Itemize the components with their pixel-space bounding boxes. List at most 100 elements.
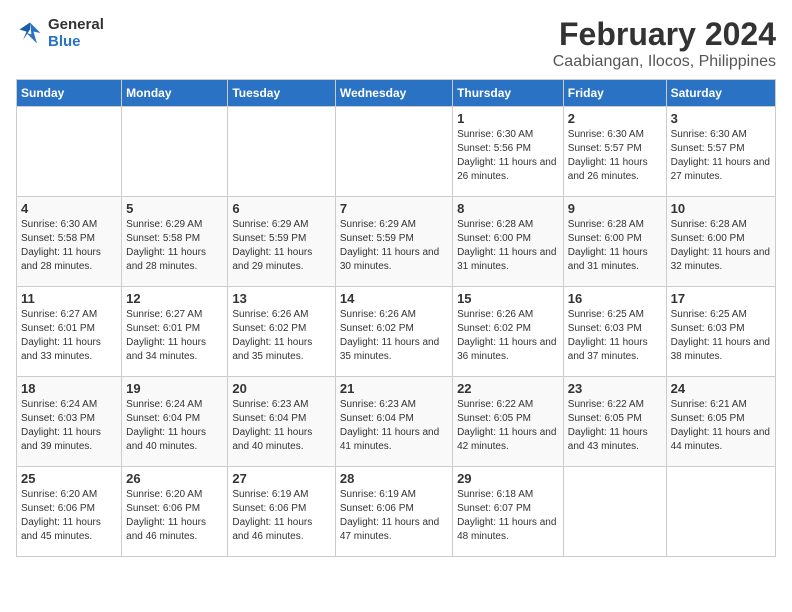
- day-number: 10: [671, 201, 771, 216]
- day-number: 27: [232, 471, 330, 486]
- header-wednesday: Wednesday: [335, 80, 452, 107]
- day-number: 9: [568, 201, 662, 216]
- calendar-cell: 14 Sunrise: 6:26 AM Sunset: 6:02 PM Dayli…: [335, 287, 452, 377]
- calendar-cell: 22 Sunrise: 6:22 AM Sunset: 6:05 PM Dayli…: [453, 377, 564, 467]
- day-number: 23: [568, 381, 662, 396]
- day-info: Sunrise: 6:24 AM Sunset: 6:04 PM Dayligh…: [126, 398, 223, 454]
- header-tuesday: Tuesday: [228, 80, 335, 107]
- day-info: Sunrise: 6:20 AM Sunset: 6:06 PM Dayligh…: [126, 488, 223, 544]
- calendar-cell: 1Sunrise: 6:30 AM Sunset: 5:56 PM Daylig…: [453, 107, 564, 197]
- calendar-cell: [122, 107, 228, 197]
- day-info: Sunrise: 6:19 AM Sunset: 6:06 PM Dayligh…: [232, 488, 330, 544]
- day-info: Sunrise: 6:27 AM Sunset: 6:01 PM Dayligh…: [21, 308, 117, 364]
- day-number: 20: [232, 381, 330, 396]
- logo-icon: [16, 19, 44, 47]
- calendar-week-row: 25 Sunrise: 6:20 AM Sunset: 6:06 PM Dayli…: [17, 467, 776, 557]
- calendar-cell: 3 Sunrise: 6:30 AM Sunset: 5:57 PM Daylig…: [666, 107, 775, 197]
- day-number: 12: [126, 291, 223, 306]
- calendar-cell: 28 Sunrise: 6:19 AM Sunset: 6:06 PM Dayli…: [335, 467, 452, 557]
- calendar-cell: [666, 467, 775, 557]
- calendar-week-row: 11 Sunrise: 6:27 AM Sunset: 6:01 PM Dayli…: [17, 287, 776, 377]
- day-number: 3: [671, 111, 771, 126]
- day-info: Sunrise: 6:19 AM Sunset: 6:06 PM Dayligh…: [340, 488, 448, 544]
- calendar-cell: 2 Sunrise: 6:30 AM Sunset: 5:57 PM Daylig…: [563, 107, 666, 197]
- calendar-cell: [228, 107, 335, 197]
- day-info: Sunrise: 6:21 AM Sunset: 6:05 PM Dayligh…: [671, 398, 771, 454]
- day-info: Sunrise: 6:28 AM Sunset: 6:00 PM Dayligh…: [568, 218, 662, 274]
- calendar-cell: [17, 107, 122, 197]
- calendar-cell: 6Sunrise: 6:29 AM Sunset: 5:59 PM Daylig…: [228, 197, 335, 287]
- day-info: Sunrise: 6:26 AM Sunset: 6:02 PM Dayligh…: [340, 308, 448, 364]
- day-number: 17: [671, 291, 771, 306]
- calendar-table: SundayMondayTuesdayWednesdayThursdayFrid…: [16, 79, 776, 557]
- day-number: 13: [232, 291, 330, 306]
- page-subtitle: Caabiangan, Ilocos, Philippines: [553, 53, 776, 71]
- calendar-cell: 24 Sunrise: 6:21 AM Sunset: 6:05 PM Dayli…: [666, 377, 775, 467]
- day-info: Sunrise: 6:23 AM Sunset: 6:04 PM Dayligh…: [232, 398, 330, 454]
- day-info: Sunrise: 6:22 AM Sunset: 6:05 PM Dayligh…: [457, 398, 559, 454]
- day-info: Sunrise: 6:30 AM Sunset: 5:57 PM Dayligh…: [568, 128, 662, 184]
- calendar-cell: 29 Sunrise: 6:18 AM Sunset: 6:07 PM Dayli…: [453, 467, 564, 557]
- header-sunday: Sunday: [17, 80, 122, 107]
- day-info: Sunrise: 6:29 AM Sunset: 5:59 PM Dayligh…: [232, 218, 330, 274]
- calendar-cell: 12 Sunrise: 6:27 AM Sunset: 6:01 PM Dayli…: [122, 287, 228, 377]
- day-info: Sunrise: 6:25 AM Sunset: 6:03 PM Dayligh…: [671, 308, 771, 364]
- day-info: Sunrise: 6:28 AM Sunset: 6:00 PM Dayligh…: [671, 218, 771, 274]
- day-number: 25: [21, 471, 117, 486]
- day-number: 2: [568, 111, 662, 126]
- header-monday: Monday: [122, 80, 228, 107]
- day-number: 22: [457, 381, 559, 396]
- day-info: Sunrise: 6:18 AM Sunset: 6:07 PM Dayligh…: [457, 488, 559, 544]
- day-info: Sunrise: 6:26 AM Sunset: 6:02 PM Dayligh…: [457, 308, 559, 364]
- calendar-cell: 4Sunrise: 6:30 AM Sunset: 5:58 PM Daylig…: [17, 197, 122, 287]
- day-info: Sunrise: 6:29 AM Sunset: 5:58 PM Dayligh…: [126, 218, 223, 274]
- day-info: Sunrise: 6:22 AM Sunset: 6:05 PM Dayligh…: [568, 398, 662, 454]
- day-info: Sunrise: 6:27 AM Sunset: 6:01 PM Dayligh…: [126, 308, 223, 364]
- day-number: 18: [21, 381, 117, 396]
- calendar-cell: 8 Sunrise: 6:28 AM Sunset: 6:00 PM Daylig…: [453, 197, 564, 287]
- calendar-cell: 18 Sunrise: 6:24 AM Sunset: 6:03 PM Dayli…: [17, 377, 122, 467]
- calendar-cell: 9 Sunrise: 6:28 AM Sunset: 6:00 PM Daylig…: [563, 197, 666, 287]
- calendar-cell: 20 Sunrise: 6:23 AM Sunset: 6:04 PM Dayli…: [228, 377, 335, 467]
- calendar-cell: 15 Sunrise: 6:26 AM Sunset: 6:02 PM Dayli…: [453, 287, 564, 377]
- title-area: February 2024 Caabiangan, Ilocos, Philip…: [553, 16, 776, 71]
- day-number: 5: [126, 201, 223, 216]
- day-info: Sunrise: 6:23 AM Sunset: 6:04 PM Dayligh…: [340, 398, 448, 454]
- day-number: 28: [340, 471, 448, 486]
- calendar-cell: 11 Sunrise: 6:27 AM Sunset: 6:01 PM Dayli…: [17, 287, 122, 377]
- day-number: 8: [457, 201, 559, 216]
- calendar-cell: [563, 467, 666, 557]
- header-saturday: Saturday: [666, 80, 775, 107]
- day-info: Sunrise: 6:30 AM Sunset: 5:58 PM Dayligh…: [21, 218, 117, 274]
- day-number: 24: [671, 381, 771, 396]
- calendar-cell: 17 Sunrise: 6:25 AM Sunset: 6:03 PM Dayli…: [666, 287, 775, 377]
- calendar-cell: 25 Sunrise: 6:20 AM Sunset: 6:06 PM Dayli…: [17, 467, 122, 557]
- day-number: 11: [21, 291, 117, 306]
- day-number: 7: [340, 201, 448, 216]
- header: General Blue February 2024 Caabiangan, I…: [16, 16, 776, 71]
- day-number: 26: [126, 471, 223, 486]
- day-info: Sunrise: 6:28 AM Sunset: 6:00 PM Dayligh…: [457, 218, 559, 274]
- day-info: Sunrise: 6:30 AM Sunset: 5:56 PM Dayligh…: [457, 128, 559, 184]
- day-info: Sunrise: 6:20 AM Sunset: 6:06 PM Dayligh…: [21, 488, 117, 544]
- day-info: Sunrise: 6:30 AM Sunset: 5:57 PM Dayligh…: [671, 128, 771, 184]
- calendar-cell: 5 Sunrise: 6:29 AM Sunset: 5:58 PM Daylig…: [122, 197, 228, 287]
- calendar-cell: 21 Sunrise: 6:23 AM Sunset: 6:04 PM Dayli…: [335, 377, 452, 467]
- calendar-cell: [335, 107, 452, 197]
- calendar-header-row: SundayMondayTuesdayWednesdayThursdayFrid…: [17, 80, 776, 107]
- day-number: 21: [340, 381, 448, 396]
- header-friday: Friday: [563, 80, 666, 107]
- calendar-cell: 10 Sunrise: 6:28 AM Sunset: 6:00 PM Dayli…: [666, 197, 775, 287]
- day-number: 15: [457, 291, 559, 306]
- calendar-cell: 13Sunrise: 6:26 AM Sunset: 6:02 PM Dayli…: [228, 287, 335, 377]
- day-info: Sunrise: 6:25 AM Sunset: 6:03 PM Dayligh…: [568, 308, 662, 364]
- calendar-week-row: 18 Sunrise: 6:24 AM Sunset: 6:03 PM Dayli…: [17, 377, 776, 467]
- day-number: 29: [457, 471, 559, 486]
- day-number: 19: [126, 381, 223, 396]
- calendar-cell: 26 Sunrise: 6:20 AM Sunset: 6:06 PM Dayli…: [122, 467, 228, 557]
- day-info: Sunrise: 6:24 AM Sunset: 6:03 PM Dayligh…: [21, 398, 117, 454]
- day-info: Sunrise: 6:29 AM Sunset: 5:59 PM Dayligh…: [340, 218, 448, 274]
- day-number: 14: [340, 291, 448, 306]
- page-title: February 2024: [553, 16, 776, 53]
- calendar-week-row: 1Sunrise: 6:30 AM Sunset: 5:56 PM Daylig…: [17, 107, 776, 197]
